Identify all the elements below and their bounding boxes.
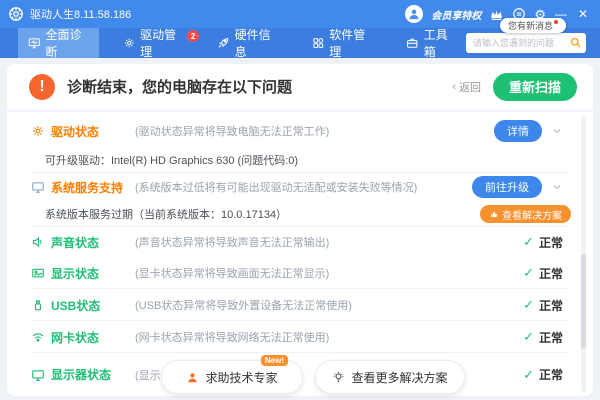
wifi-icon (31, 330, 45, 344)
upgrade-button[interactable]: 前往升级 (472, 176, 542, 198)
tab-hardware-info[interactable]: 硬件信息 (207, 28, 288, 58)
row-description: (系统版本过低将有可能出现驱动无适配或安装失败等情况) (135, 179, 472, 195)
toolbox-icon (406, 36, 419, 50)
row-system-service[interactable]: 系统服务支持 (系统版本过低将有可能出现驱动无适配或安装失败等情况) 前往升级 (7, 173, 593, 201)
app-logo-icon (8, 6, 24, 22)
expert-person-icon (186, 371, 199, 384)
tab-software-management[interactable]: 软件管理 (302, 28, 383, 58)
check-icon: ✓ (523, 329, 534, 345)
driver-detail-text: 可升级驱动：Intel(R) HD Graphics 630 (问题代码:0) (45, 152, 298, 168)
member-privilege-link[interactable]: 会员享特权 (431, 7, 481, 22)
footer-actions: 求助技术专家 New! 查看更多解决方案 (161, 360, 465, 394)
tab-label: 硬件信息 (235, 26, 278, 60)
more-solutions-button[interactable]: 查看更多解决方案 (315, 360, 465, 394)
check-icon: ✓ (523, 265, 534, 281)
tab-label: 全面诊断 (46, 26, 89, 60)
scrollbar-thumb[interactable] (581, 254, 586, 349)
result-title: 诊断结束，您的电脑存在以下问题 (67, 76, 292, 97)
check-icon: ✓ (523, 297, 534, 313)
status-normal: 正常 (539, 297, 563, 314)
diagnosis-list: 驱动状态 (驱动状态异常将导致电脑无法正常工作) 详情 可升级驱动：Intel(… (7, 115, 593, 396)
tab-toolbox[interactable]: 工具箱 (396, 28, 466, 58)
driver-detail-row: 可升级驱动：Intel(R) HD Graphics 630 (问题代码:0) (7, 147, 593, 173)
row-sound-status: 声音状态 (声音状态异常将导致声音无法正常输出) ✓ 正常 (7, 227, 593, 257)
monitor-icon (31, 368, 45, 382)
gear-icon (31, 124, 45, 138)
speaker-icon (31, 235, 45, 249)
row-network-status: 网卡状态 (网卡状态异常将导致网络无法正常使用) ✓ 正常 (7, 321, 593, 353)
chevron-down-icon[interactable] (551, 125, 563, 137)
back-link[interactable]: ‹ 返回 (452, 79, 481, 95)
avatar[interactable] (405, 5, 423, 23)
row-description: (网卡状态异常将导致网络无法正常使用) (135, 329, 523, 345)
notification-dot (554, 20, 558, 24)
row-driver-status[interactable]: 驱动状态 (驱动状态异常将导致电脑无法正常工作) 详情 (7, 115, 593, 147)
row-title: 系统服务支持 (51, 179, 127, 196)
search-icon[interactable] (569, 36, 582, 54)
row-description: (驱动状态异常将导致电脑无法正常工作) (135, 123, 494, 139)
status-normal: 正常 (539, 265, 563, 282)
rescan-button[interactable]: 重新扫描 (493, 73, 577, 101)
gear-icon (123, 36, 136, 50)
details-button[interactable]: 详情 (494, 120, 542, 142)
check-icon: ✓ (523, 367, 534, 383)
update-count-badge: 2 (187, 30, 199, 42)
rocket-icon (217, 36, 230, 50)
row-title: 网卡状态 (51, 329, 127, 346)
tab-full-diagnosis[interactable]: 全面诊断 (18, 28, 99, 58)
status-normal: 正常 (539, 366, 563, 383)
row-title: USB状态 (51, 297, 127, 314)
diagnosis-card: ! 诊断结束，您的电脑存在以下问题 ‹ 返回 重新扫描 驱动状态 (驱动状态异常… (7, 64, 593, 396)
search-box (466, 33, 586, 53)
monitor-icon (31, 180, 45, 194)
display-card-icon (31, 266, 45, 280)
view-solution-button[interactable]: 查看解决方案 (480, 205, 571, 223)
result-header: ! 诊断结束，您的电脑存在以下问题 ‹ 返回 重新扫描 (7, 64, 593, 112)
monitor-pulse-icon (28, 36, 41, 50)
status-normal: 正常 (539, 329, 563, 346)
tab-label: 软件管理 (329, 26, 372, 60)
row-title: 显示状态 (51, 265, 127, 282)
app-title: 驱动人生8.11.58.186 (30, 6, 131, 22)
row-display-status: 显示状态 (显卡状态异常将导致画面无法正常显示) ✓ 正常 (7, 257, 593, 289)
new-message-tooltip: 您有新消息 (500, 18, 566, 33)
software-grid-icon (312, 36, 325, 50)
search-input[interactable] (466, 33, 586, 53)
check-icon: ✓ (523, 234, 534, 250)
row-title: 声音状态 (51, 234, 127, 251)
alert-icon: ! (29, 74, 55, 100)
row-usb-status: USB状态 (USB状态异常将导致外置设备无法正常使用) ✓ 正常 (7, 289, 593, 321)
close-button[interactable]: ✕ (576, 7, 590, 21)
row-description: (USB状态异常将导致外置设备无法正常使用) (135, 297, 523, 313)
usb-icon (31, 298, 45, 312)
status-normal: 正常 (539, 234, 563, 251)
tab-label: 驱动管理 (140, 26, 183, 60)
system-detail-text: 系统版本服务过期（当前系统版本：10.0.17134） (45, 206, 287, 222)
new-badge: New! (261, 355, 288, 366)
solution-bulb-icon (332, 371, 345, 384)
chevron-down-icon[interactable] (551, 181, 563, 193)
row-title: 驱动状态 (51, 123, 127, 140)
tab-driver-management[interactable]: 驱动管理 2 (113, 28, 194, 58)
ask-expert-button[interactable]: 求助技术专家 New! (161, 360, 303, 394)
row-description: (显卡状态异常将导致画面无法正常显示) (135, 265, 523, 281)
thumb-up-icon (489, 209, 499, 219)
tooltip-text: 您有新消息 (508, 19, 553, 32)
row-description: (声音状态异常将导致声音无法正常输出) (135, 234, 523, 250)
tab-label: 工具箱 (424, 26, 456, 60)
system-detail-row: 系统版本服务过期（当前系统版本：10.0.17134） 查看解决方案 (7, 201, 593, 227)
row-title: 显示器状态 (51, 366, 127, 383)
back-chevron-icon: ‹ (452, 81, 456, 93)
app-window: 驱动人生8.11.58.186 会员享特权 ⚙ (0, 0, 600, 400)
